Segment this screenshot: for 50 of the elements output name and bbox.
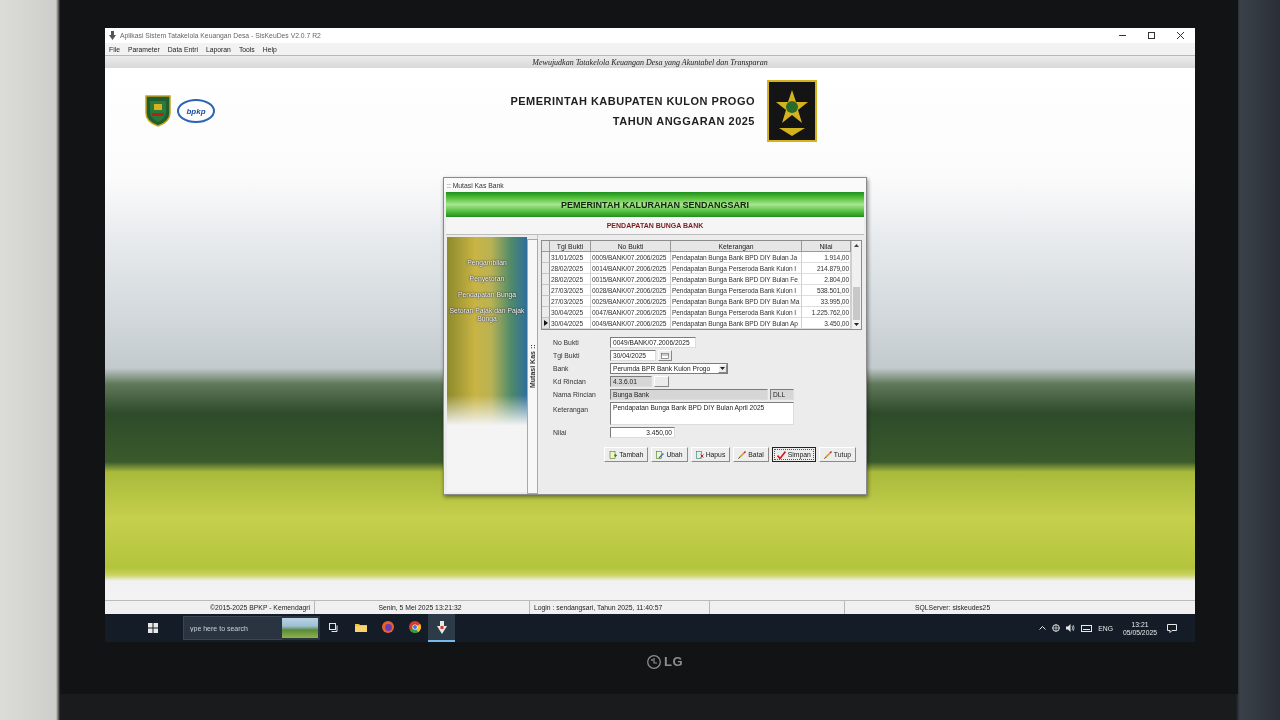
network-button[interactable]	[1052, 624, 1061, 632]
notification-button[interactable]	[1167, 623, 1177, 633]
volume-icon	[1066, 624, 1076, 632]
taskbar-app-button[interactable]	[428, 614, 455, 642]
volume-button[interactable]	[1066, 624, 1076, 632]
start-menu-icon	[148, 623, 158, 633]
document-pencil-icon	[656, 450, 665, 459]
row-pointer-icon	[543, 320, 548, 326]
chevron-up-icon	[1039, 626, 1047, 630]
wheel-logo-icon	[408, 621, 421, 633]
header-title: TAHUN ANGGARAN 2025	[612, 114, 755, 129]
scroll-down-button[interactable]	[852, 320, 861, 329]
pencil-icon	[738, 450, 747, 459]
lookup-button[interactable]	[654, 376, 669, 387]
keyboard-button[interactable]	[1081, 624, 1093, 632]
close-icon	[1177, 32, 1184, 39]
keyboard-icon	[1081, 624, 1093, 632]
checkmark-icon	[776, 450, 786, 459]
header-title: PEMERINTAH KABUPATEN KULON PROGO	[510, 94, 755, 109]
document-cross-icon	[695, 450, 704, 459]
globe-icon	[1052, 624, 1061, 632]
folder-icon	[354, 622, 367, 632]
maximize-icon	[1148, 32, 1155, 39]
shield-emblem-icon	[145, 95, 171, 127]
document-plus-icon	[609, 450, 618, 459]
tagline-banner: Mewujudkan Tatakelola Keuangan Desa yang Akuntabel dan Transparan	[105, 55, 1195, 68]
search-highlight-photo	[282, 616, 320, 640]
task-view-icon	[328, 622, 339, 632]
logo-wordmark: bpkp	[177, 99, 215, 123]
calendar-button[interactable]	[658, 350, 672, 361]
caret-down-icon	[720, 367, 725, 370]
arrow-logo-icon	[436, 620, 447, 634]
monitor-brand: LG	[663, 654, 684, 669]
caret-up-icon	[854, 244, 859, 247]
circle-logo-icon	[646, 654, 661, 669]
caret-down-icon	[854, 323, 859, 326]
calendar-icon	[661, 352, 669, 359]
header-corner	[542, 241, 550, 252]
pencil-icon	[823, 450, 832, 459]
crest-emblem-icon	[767, 80, 817, 142]
scroll-up-button[interactable]	[852, 241, 861, 250]
scrollbar-thumb[interactable]	[853, 287, 860, 320]
row-selector[interactable]	[542, 318, 550, 329]
dropdown-button[interactable]	[718, 364, 727, 373]
app-icon	[109, 31, 116, 40]
minimize-icon	[1119, 35, 1126, 36]
dialog-heading: PEMERINTAH KALURAHAN SENDANGSARI	[446, 192, 864, 217]
tray-overflow-button[interactable]	[1039, 626, 1047, 630]
notification-icon	[1167, 623, 1177, 633]
ring-logo-icon	[381, 621, 394, 633]
